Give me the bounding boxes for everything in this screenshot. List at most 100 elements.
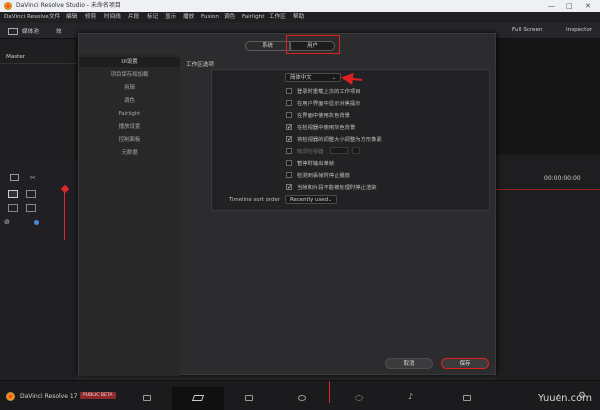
timeline-ruler — [496, 189, 600, 190]
snap-icon[interactable] — [34, 220, 39, 225]
dim-level-field — [330, 147, 348, 154]
checkbox-label: 暂停时输出单帧 — [297, 161, 335, 167]
select-tool-icon[interactable] — [8, 190, 18, 198]
checkbox[interactable] — [286, 88, 292, 94]
checkbox-label: 暗调检视器 — [297, 149, 324, 155]
checkbox[interactable] — [286, 172, 292, 178]
menu-item[interactable]: 修剪 — [85, 12, 96, 23]
save-button[interactable]: 保存 — [441, 358, 489, 369]
checkbox-checked[interactable]: ✓ — [286, 184, 292, 191]
timeline-panel: ✂ ⊘ — [0, 160, 77, 380]
checkbox[interactable] — [286, 100, 292, 106]
sidebar-item-ui-settings[interactable]: UI设置 — [79, 57, 180, 67]
checkbox-label: 当帧和片段不能被处理时停止渲染 — [297, 185, 377, 191]
menu-item[interactable]: 片段 — [128, 12, 139, 23]
dim-level-stepper — [352, 147, 360, 154]
menu-item[interactable]: Fairlight — [242, 12, 264, 23]
sidebar-item-fairlight[interactable]: Fairlight — [79, 109, 180, 119]
menu-item[interactable]: 调色 — [224, 12, 235, 23]
checkbox[interactable] — [286, 160, 292, 166]
checkbox — [286, 148, 292, 154]
chevron-down-icon: ⌄ — [327, 197, 332, 203]
title-bar: DaVinci Resolve Studio - 未命名项目 — □ ✕ — [0, 0, 600, 12]
sidebar-item-control-panels[interactable]: 控制面板 — [79, 135, 180, 145]
media-page-icon[interactable] — [143, 395, 151, 401]
page-navigation-bar: DaVinci Resolve 17 PUBLIC BETA ♪ ⌂ ⚙ — [0, 380, 600, 410]
master-bin-label[interactable]: Master — [6, 54, 25, 60]
close-icon[interactable]: ✕ — [585, 0, 591, 12]
blade-tool-icon[interactable]: ✂ — [30, 174, 36, 182]
insert-tool-icon[interactable] — [26, 190, 36, 198]
edit-page-icon[interactable] — [245, 395, 253, 401]
menu-item[interactable]: 帮助 — [293, 12, 304, 23]
cut-page-icon — [191, 395, 205, 401]
user-tab-highlight — [286, 35, 340, 54]
preferences-dialog: 系统 用户 UI设置 项目保存和加载 剪辑 调色 Fairlight 播放设置 … — [78, 33, 496, 376]
fairlight-page-icon[interactable]: ♪ — [408, 392, 413, 401]
section-title: 工作区选项 — [186, 62, 214, 68]
effects-button[interactable]: 效 — [56, 27, 62, 35]
menu-item[interactable]: 编辑 — [66, 12, 77, 23]
checkbox[interactable] — [286, 112, 292, 118]
preferences-sidebar: UI设置 项目保存和加载 剪辑 调色 Fairlight 播放设置 控制面板 元… — [79, 54, 180, 376]
menu-item[interactable]: 播放 — [183, 12, 194, 23]
watermark: Yuucn.com — [537, 393, 592, 404]
viewer-area — [496, 39, 600, 155]
media-pool-button[interactable]: 媒体池 — [22, 27, 39, 35]
window-title: DaVinci Resolve Studio - 未命名项目 — [16, 2, 121, 9]
menu-item[interactable]: Fusion — [201, 12, 219, 23]
menu-bar: DaVinci Resolve 文件 编辑 修剪 时间线 片段 标记 显示 播放… — [0, 12, 600, 23]
playhead-marker-icon[interactable] — [60, 184, 70, 194]
checkbox-label: 检测到丢帧时停止播放 — [297, 173, 350, 179]
sort-order-value: Recently used — [290, 197, 328, 203]
sidebar-item-edit[interactable]: 剪辑 — [79, 83, 180, 93]
workspace-options-panel: 语言 简体中文 ⌄ 登录时重载上次的工作项目 在用户界面中显示对焦提示 在界面中… — [211, 69, 490, 211]
sidebar-item-color[interactable]: 调色 — [79, 96, 180, 106]
replace-tool-icon[interactable] — [26, 204, 36, 212]
beta-badge: PUBLIC BETA — [80, 392, 116, 399]
playhead-line — [64, 190, 65, 240]
cancel-button[interactable]: 取消 — [385, 358, 433, 369]
sidebar-item-playback[interactable]: 播放设置 — [79, 122, 180, 132]
fusion-page-icon[interactable] — [298, 395, 306, 401]
sidebar-item-metadata[interactable]: 元数据 — [79, 148, 180, 158]
maximize-icon[interactable]: □ — [566, 0, 573, 12]
trim-tool-icon[interactable] — [10, 174, 19, 181]
menu-item[interactable]: 工作区 — [269, 12, 286, 23]
menu-item[interactable]: 显示 — [165, 12, 176, 23]
fullscreen-button[interactable]: Full Screen — [512, 27, 543, 33]
language-value: 简体中文 — [290, 75, 312, 81]
sidebar-item-project-save[interactable]: 项目保存和加载 — [79, 70, 180, 80]
checkbox-label: 在界面中使用灰色背景 — [297, 113, 350, 119]
checkbox-label: 在用户界面中显示对焦提示 — [297, 101, 361, 107]
checkbox-checked[interactable]: ✓ — [286, 124, 292, 131]
viewer-panel: 00:00:00:00 — [496, 39, 600, 380]
media-pool-icon[interactable] — [8, 28, 18, 35]
color-page-icon[interactable] — [355, 395, 363, 401]
cut-page-tab[interactable] — [172, 387, 224, 410]
link-icon[interactable]: ⊘ — [4, 218, 10, 226]
checkbox-label: 将检视器的调整大小调整为方形像素 — [297, 137, 382, 143]
menu-item[interactable]: 标记 — [147, 12, 158, 23]
chevron-down-icon: ⌄ — [331, 75, 336, 81]
inspector-button[interactable]: Inspector — [566, 27, 592, 33]
resolve-logo-icon — [6, 392, 15, 401]
tab-system[interactable]: 系统 — [245, 41, 290, 51]
checkbox-checked[interactable]: ✓ — [286, 136, 292, 143]
menu-item[interactable]: DaVinci Resolve — [4, 12, 49, 23]
resolve-logo-icon — [4, 2, 12, 10]
checkbox-label: 在检视器中使用灰色背景 — [297, 125, 356, 131]
divider — [0, 63, 77, 64]
timecode-display: 00:00:00:00 — [544, 175, 581, 182]
language-dropdown[interactable]: 简体中文 ⌄ — [285, 73, 341, 82]
overwrite-tool-icon[interactable] — [8, 204, 18, 212]
app-name: DaVinci Resolve 17 — [20, 393, 78, 400]
playhead-line — [329, 381, 330, 403]
deliver-page-icon[interactable] — [463, 395, 471, 401]
checkbox-label: 登录时重载上次的工作项目 — [297, 89, 361, 95]
sort-order-dropdown[interactable]: Recently used ⌄ — [285, 195, 337, 204]
minimize-icon[interactable]: — — [548, 0, 555, 12]
menu-item[interactable]: 文件 — [49, 12, 60, 23]
menu-item[interactable]: 时间线 — [104, 12, 121, 23]
sort-order-label: Timeline sort order — [228, 197, 280, 203]
